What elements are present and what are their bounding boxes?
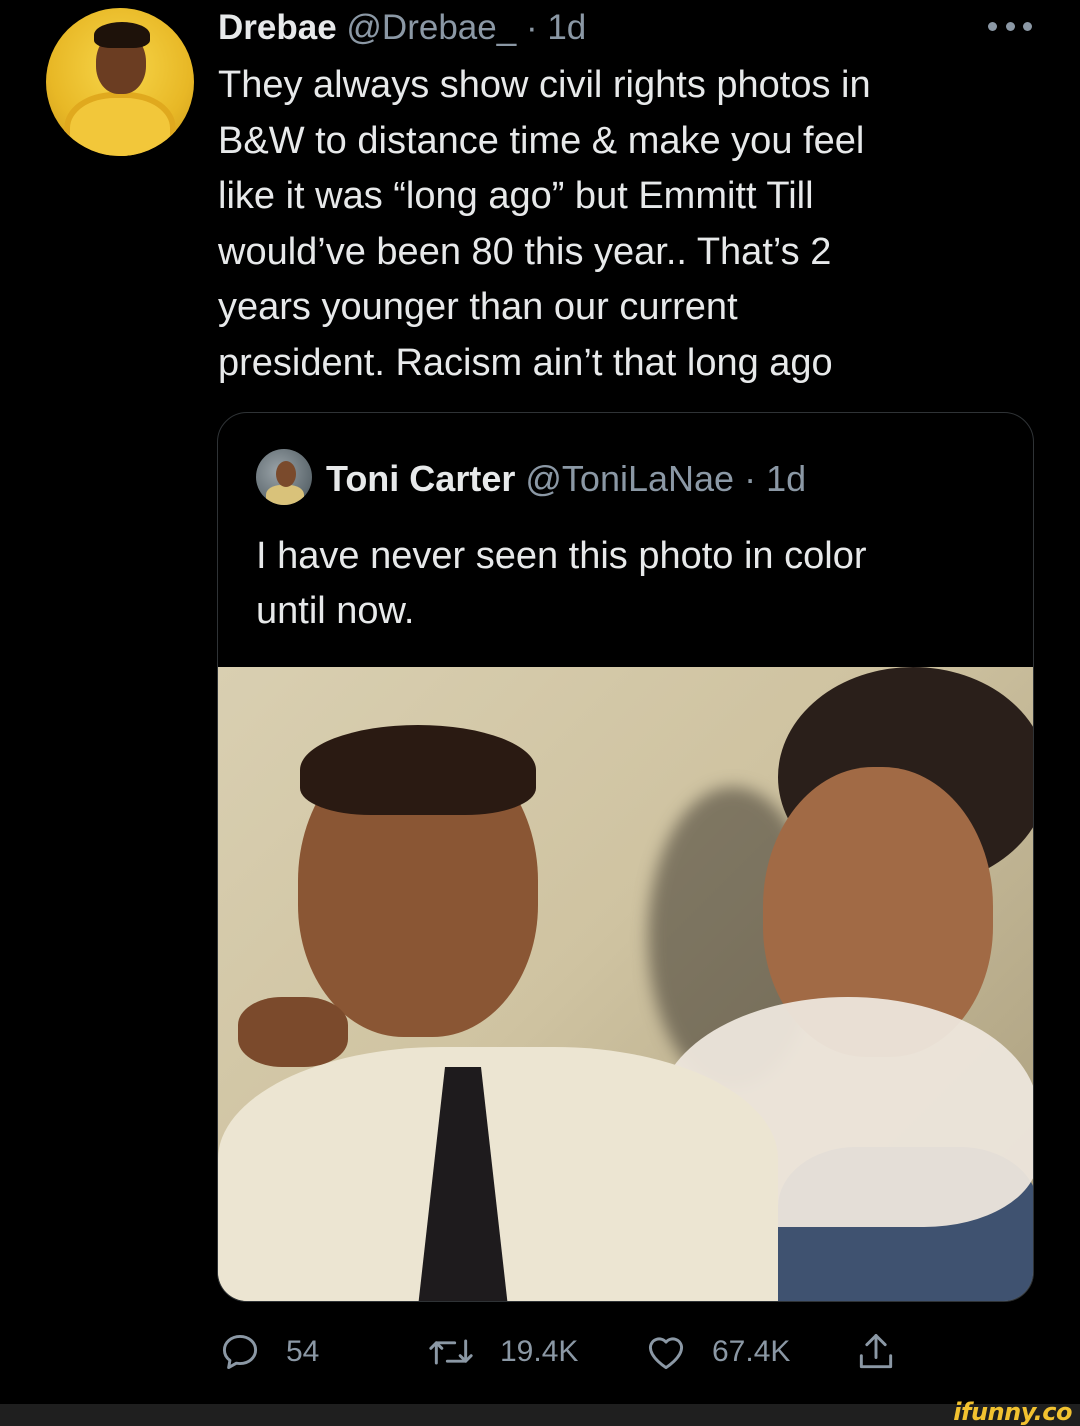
tweet-header: Drebae @Drebae_ · 1d <box>218 6 586 50</box>
retweet-count: 19.4K <box>500 1335 579 1368</box>
retweet-arrows-icon <box>429 1339 473 1365</box>
quoted-text: I have never seen this photo in color un… <box>256 529 996 639</box>
tweet: Drebae @Drebae_ · 1d They always show ci… <box>0 0 1080 1400</box>
quoted-photo[interactable] <box>218 667 1033 1301</box>
reply-button[interactable]: 54 <box>218 1326 319 1378</box>
reply-count: 54 <box>286 1335 320 1368</box>
heart-icon <box>648 1337 684 1370</box>
quoted-header-separator: · <box>744 458 757 499</box>
more-dot <box>988 21 997 31</box>
like-button[interactable]: 67.4K <box>644 1326 790 1378</box>
tweet-text-line: years younger than our current <box>218 286 738 328</box>
photo-boy-hair <box>300 725 536 815</box>
tweet-text-line: president. Racism ain’t that long ago <box>218 341 833 384</box>
quoted-avatar-face <box>276 461 296 487</box>
share-upload-icon <box>859 1334 893 1369</box>
quoted-author-avatar <box>256 449 312 505</box>
tweet-time[interactable]: 1d <box>547 8 586 47</box>
share-button[interactable] <box>854 1326 898 1378</box>
more-dot <box>1023 21 1032 31</box>
reply-bubble-icon <box>222 1334 258 1370</box>
quoted-time: 1d <box>766 458 807 499</box>
header-separator: · <box>525 8 538 47</box>
like-count: 67.4K <box>712 1335 791 1368</box>
more-dot <box>1005 21 1015 31</box>
quoted-author-name: Toni Carter <box>326 458 516 499</box>
tweet-text-line: would’ve been 80 this year.. That’s 2 <box>218 230 832 273</box>
author-name[interactable]: Drebae <box>218 8 337 47</box>
more-dots-icon[interactable] <box>988 14 1032 38</box>
quoted-tweet[interactable]: Toni Carter @ToniLaNae · 1d I have never… <box>217 412 1034 1302</box>
avatar-body <box>64 92 176 156</box>
tweet-text-line: They always show civil rights photos in <box>218 64 871 106</box>
tweet-text: They always show civil rights photos in … <box>218 58 1018 391</box>
tweet-actions: 54 19.4K 67.4K <box>218 1326 918 1378</box>
quoted-author-handle: @ToniLaNae <box>525 458 735 499</box>
avatar-hair <box>94 22 150 48</box>
quoted-header: Toni Carter @ToniLaNae · 1d <box>326 457 806 501</box>
author-avatar[interactable] <box>46 8 194 156</box>
ifunny-watermark: ifunny.co <box>953 1398 1072 1426</box>
quoted-text-line: I have never seen this photo in color <box>256 535 867 577</box>
photo-hand <box>238 997 348 1067</box>
bottom-bar <box>0 1404 1080 1426</box>
tweet-text-line: like it was “long ago” but Emmitt Till <box>218 175 814 217</box>
author-handle[interactable]: @Drebae_ <box>346 8 516 47</box>
tweet-text-line: B&W to distance time & make you feel <box>218 119 865 162</box>
quoted-avatar-body <box>266 485 304 505</box>
retweet-button[interactable]: 19.4K <box>426 1326 578 1378</box>
quoted-text-line: until now. <box>256 590 415 632</box>
